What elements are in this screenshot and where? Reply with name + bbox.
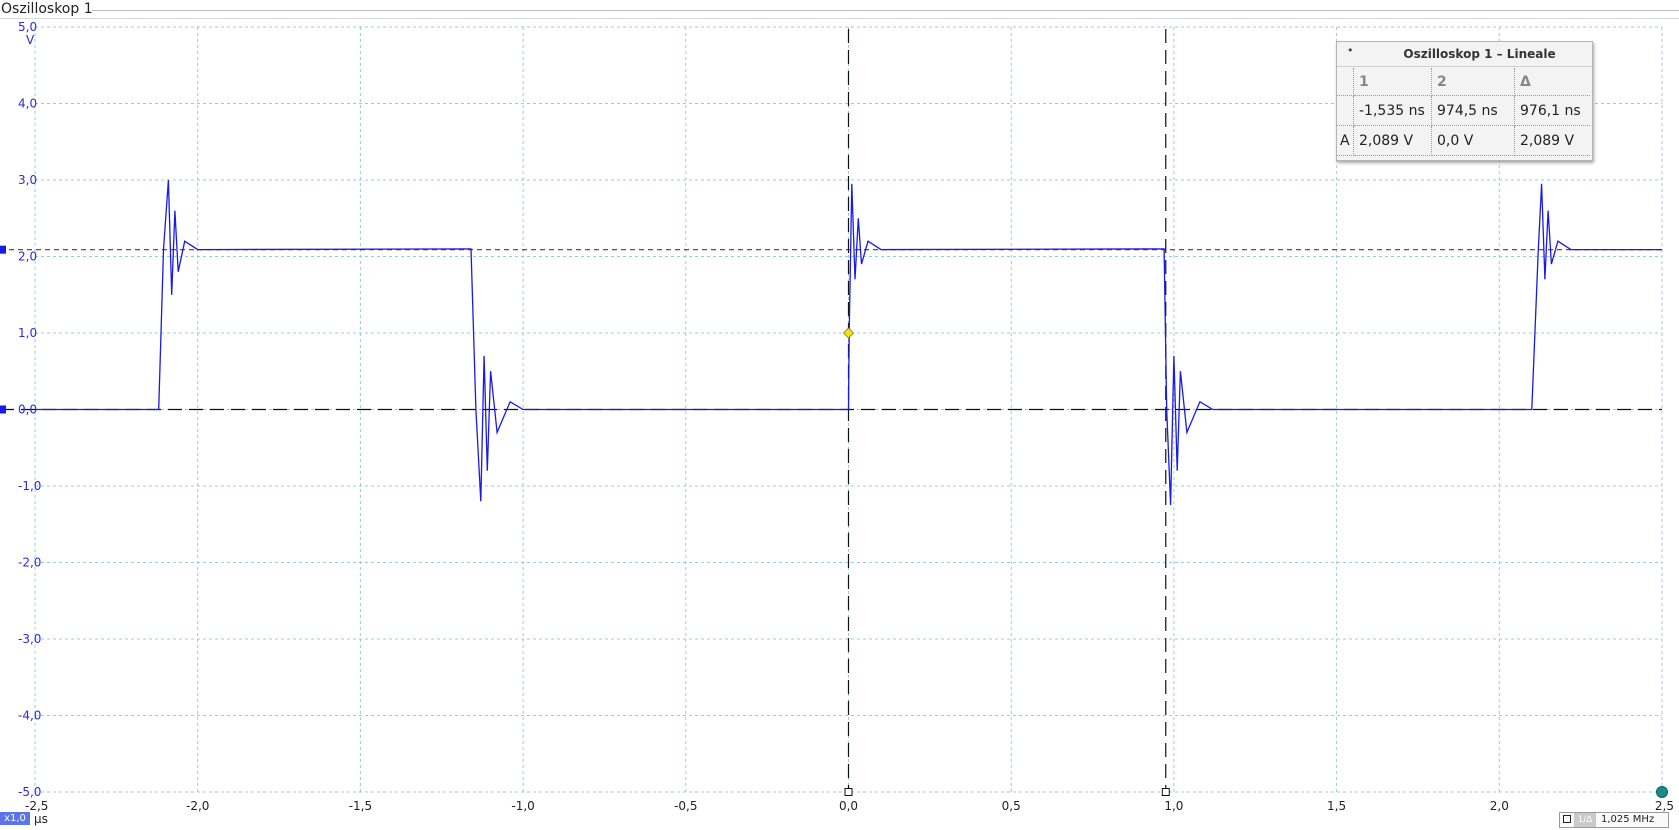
- ruler-panel-title: Oszilloskop 1 – Lineale: [1403, 47, 1556, 61]
- ruler-time-row: -1,535 ns 974,5 ns 976,1 ns: [1337, 95, 1590, 126]
- channel-level-marker[interactable]: [0, 245, 6, 254]
- x-tick-label: -1,5: [349, 799, 372, 813]
- frequency-value: 1,025 MHz: [1601, 814, 1655, 825]
- ruler-cell: 0,0 V: [1431, 125, 1515, 156]
- x-tick-label: 1,0: [1164, 799, 1183, 813]
- y-tick-label: 5,0: [18, 20, 37, 34]
- ruler-header-cell: 1: [1353, 68, 1432, 96]
- ruler-header-row: 1 2 Δ: [1337, 68, 1590, 96]
- y-tick-label: -2,0: [18, 556, 41, 570]
- x-tick-label: 2,5: [1655, 799, 1674, 813]
- ruler-voltage-row: A 2,089 V 0,0 V 2,089 V: [1337, 125, 1590, 156]
- x-tick-label: -1,0: [511, 799, 534, 813]
- y-tick-label: -4,0: [18, 709, 41, 723]
- trigger-marker[interactable]: [842, 327, 855, 339]
- y-tick-label: 4,0: [18, 97, 37, 111]
- ruler-panel-header[interactable]: • Oszilloskop 1 – Lineale: [1337, 42, 1592, 67]
- ruler-cell: A: [1337, 125, 1354, 156]
- x-tick-labels: -2,5 -2,0 -1,5 -1,0 -0,5 0,0 0,5 1,0 1,5 2,0 2,5: [25, 799, 1674, 813]
- x-tick-label: 0,0: [839, 799, 858, 813]
- square-icon: [1563, 815, 1571, 823]
- ruler-panel[interactable]: • Oszilloskop 1 – Lineale 1 2 Δ -1,535 n…: [1336, 41, 1593, 161]
- ruler-cell: -1,535 ns: [1353, 95, 1432, 126]
- vertical-rulers[interactable]: [844, 29, 1170, 796]
- y-tick-label: 1,0: [18, 326, 37, 340]
- ruler-header-cell: 2: [1431, 68, 1515, 96]
- y-tick-label: -1,0: [18, 479, 41, 493]
- ruler-header-cell: Δ: [1514, 68, 1590, 96]
- x-tick-label: -2,0: [186, 799, 209, 813]
- horizontal-markers: [0, 245, 1662, 414]
- x-tick-label: 1,5: [1327, 799, 1346, 813]
- y-tick-label: 0,0: [18, 403, 37, 417]
- x-tick-label: 2,0: [1490, 799, 1509, 813]
- ruler-cell: 974,5 ns: [1431, 95, 1515, 126]
- ruler-handle[interactable]: [844, 788, 853, 796]
- y-unit-label: V: [26, 33, 35, 47]
- ruler-cell: 2,089 V: [1353, 125, 1432, 156]
- ruler-table: 1 2 Δ -1,535 ns 974,5 ns 976,1 ns A 2,08…: [1337, 68, 1590, 156]
- x-unit-label: µs: [34, 812, 48, 826]
- x-tick-label: -2,5: [25, 799, 48, 813]
- y-tick-label: 3,0: [18, 173, 37, 187]
- ruler-header-cell: [1337, 68, 1354, 96]
- panel-menu-dot[interactable]: •: [1347, 44, 1354, 57]
- frequency-readout[interactable]: 1/Δ 1,025 MHz: [1559, 812, 1669, 828]
- ruler-cell: 976,1 ns: [1514, 95, 1590, 126]
- ruler-handle[interactable]: [1161, 788, 1170, 796]
- scroll-end-handle[interactable]: [1656, 786, 1668, 798]
- zoom-badge[interactable]: x1,0: [0, 812, 30, 825]
- x-tick-label: -0,5: [674, 799, 697, 813]
- x-tick-label: 0,5: [1002, 799, 1021, 813]
- ruler-cell: [1337, 95, 1354, 126]
- y-tick-label: -5,0: [18, 785, 41, 799]
- freq-mode-badge: 1/Δ: [1574, 813, 1596, 827]
- y-tick-label: -3,0: [18, 632, 41, 646]
- channel-level-marker[interactable]: [0, 405, 6, 414]
- ruler-cell: 2,089 V: [1514, 125, 1590, 156]
- y-tick-label: 2,0: [18, 250, 37, 264]
